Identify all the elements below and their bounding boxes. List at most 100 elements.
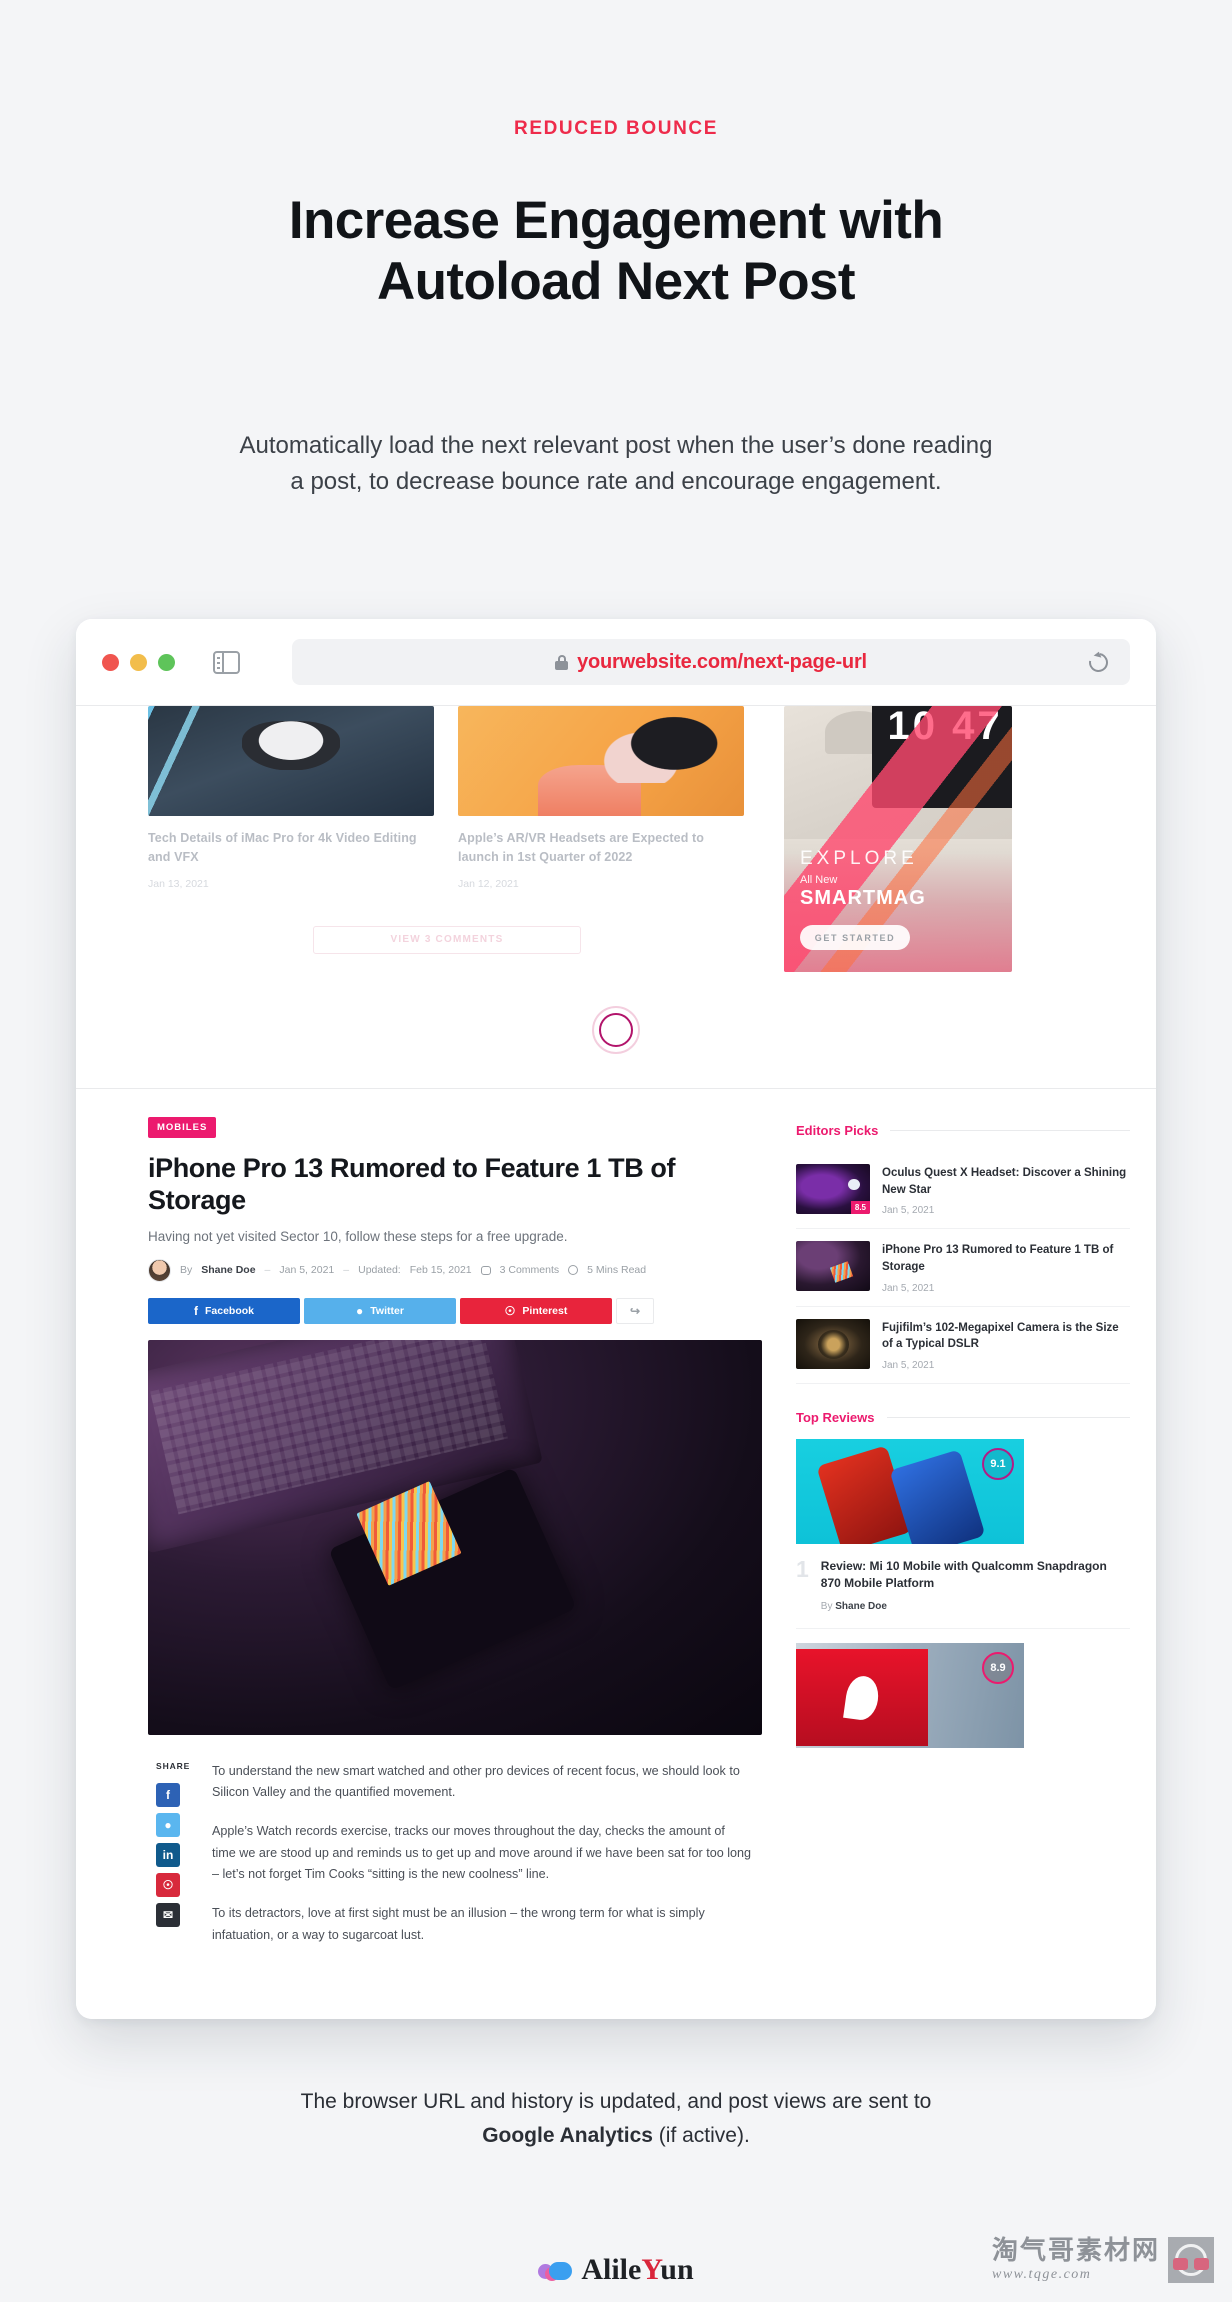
meta-date: Jan 5, 2021 (279, 1264, 335, 1277)
share-pinterest-label: Pinterest (522, 1304, 568, 1317)
autoload-spinner (592, 1006, 640, 1054)
editors-picks-header: Editors Picks (796, 1123, 1130, 1138)
next-post-hero-image (148, 1339, 762, 1735)
editors-pick-item[interactable]: Fujifilm’s 102-Megapixel Camera is the S… (796, 1307, 1130, 1385)
editors-pick-item[interactable]: iPhone Pro 13 Rumored to Feature 1 TB of… (796, 1229, 1130, 1307)
meta-updated-label: Updated: (358, 1264, 401, 1277)
editors-pick-thumbnail: 8.5 (796, 1164, 870, 1214)
share-more-button[interactable]: ↪ (616, 1297, 654, 1324)
article-paragraph: To understand the new smart watched and … (212, 1763, 740, 1800)
meta-comments[interactable]: 3 Comments (500, 1264, 560, 1276)
related-card[interactable]: Tech Details of iMac Pro for 4k Video Ed… (148, 706, 434, 890)
editors-pick-item[interactable]: 8.5 Oculus Quest X Headset: Discover a S… (796, 1152, 1130, 1230)
minimize-window-button[interactable] (130, 653, 147, 671)
address-bar[interactable]: yourwebsite.com/next-page-url (292, 639, 1130, 685)
related-card-thumbnail (458, 706, 744, 816)
score-badge: 8.5 (850, 1201, 870, 1214)
facebook-icon: f (193, 1303, 198, 1318)
sidebar-toggle-icon[interactable] (213, 650, 240, 674)
share-twitter-button[interactable]: ● Twitter (304, 1297, 456, 1324)
related-card-date: Jan 13, 2021 (148, 877, 209, 890)
caption-tail: (if active). (652, 2124, 750, 2148)
top-review-title: Review: Mi 10 Mobile with Qualcomm Snapd… (820, 1559, 1107, 1591)
related-cards: Tech Details of iMac Pro for 4k Video Ed… (148, 706, 746, 890)
page-root: REDUCED BOUNCE Increase Engagement with … (0, 0, 1232, 2302)
site-logo-text: AlileYun (581, 2253, 693, 2287)
watermark-url: www.tqge.com (991, 2266, 1092, 2282)
close-window-button[interactable] (102, 653, 119, 671)
cloud-icon (538, 2259, 573, 2281)
next-post-title: iPhone Pro 13 Rumored to Feature 1 TB of… (148, 1153, 676, 1216)
clock-icon (568, 1265, 579, 1276)
ad-allnew-label: All New (800, 874, 838, 886)
next-post-main: MOBILES iPhone Pro 13 Rumored to Feature… (76, 1117, 788, 1963)
share-pinterest-button[interactable]: ☉ Pinterest (460, 1297, 612, 1324)
meta-read-time: 5 Mins Read (587, 1264, 647, 1277)
score-badge: 9.1 (982, 1448, 1014, 1481)
facebook-icon[interactable]: f (156, 1782, 180, 1807)
hero-eyebrow: REDUCED BOUNCE (514, 118, 718, 139)
share-facebook-label: Facebook (204, 1304, 254, 1317)
top-review-image: 8.9 (796, 1642, 1024, 1748)
related-card-date: Jan 12, 2021 (458, 877, 519, 890)
smartmag-ad-banner[interactable]: 10 47 EXPLORE All New SMARTMAG GET START… (784, 706, 1012, 972)
share-facebook-button[interactable]: f Facebook (148, 1297, 300, 1324)
hero-subhead: Automatically load the next relevant pos… (0, 428, 1232, 501)
top-review-body: 1 Review: Mi 10 Mobile with Qualcomm Sna… (796, 1544, 1130, 1629)
top-review-item[interactable]: 8.9 (796, 1642, 1130, 1748)
article-paragraphs: To understand the new smart watched and … (212, 1761, 752, 1964)
top-review-image: 9.1 (796, 1439, 1024, 1545)
score-badge: 8.9 (982, 1651, 1014, 1684)
logo-main: Alile (581, 2253, 642, 2286)
top-review-rank: 1 (796, 1556, 809, 1583)
editors-pick-date: Jan 5, 2021 (882, 1205, 935, 1217)
subhead-line-1: Automatically load the next relevant pos… (239, 432, 993, 459)
headline-line-2: Autoload Next Post (376, 252, 856, 312)
top-review-byline: By Shane Doe (821, 1601, 1130, 1612)
comment-icon (480, 1265, 491, 1275)
browser-viewport: Tech Details of iMac Pro for 4k Video Ed… (76, 706, 1156, 2019)
meta-author[interactable]: Shane Doe (201, 1264, 255, 1276)
view-comments-button[interactable]: VIEW 3 COMMENTS (313, 925, 581, 954)
article-paragraph: Apple’s Watch records exercise, tracks o… (212, 1824, 752, 1882)
meta-by-prefix: By (180, 1264, 193, 1277)
email-icon[interactable]: ✉ (156, 1902, 180, 1927)
related-card-title: Tech Details of iMac Pro for 4k Video Ed… (148, 831, 417, 865)
editors-pick-thumbnail (796, 1241, 870, 1292)
meta-updated-date: Feb 15, 2021 (409, 1264, 472, 1277)
ad-get-started-button[interactable]: GET STARTED (800, 925, 910, 950)
next-post-excerpt: Having not yet visited Sector 10, follow… (148, 1228, 568, 1244)
meta-separator: – (343, 1264, 350, 1277)
editors-pick-date: Jan 5, 2021 (882, 1360, 935, 1372)
meta-separator: – (264, 1264, 271, 1277)
subhead-line-2: a post, to decrease bounce rate and enco… (290, 468, 942, 496)
browser-chrome: yourwebsite.com/next-page-url (76, 619, 1156, 705)
share-sidebar: SHARE f ● in ☉ ✉ (148, 1761, 212, 1964)
logo-accent: Y (641, 2253, 661, 2286)
byline-author[interactable]: Shane Doe (835, 1601, 887, 1612)
headline-line-1: Increase Engagement with (288, 191, 944, 250)
caption-bold: Google Analytics (482, 2124, 653, 2148)
reload-icon[interactable] (1085, 648, 1112, 676)
previous-post-tail: Tech Details of iMac Pro for 4k Video Ed… (76, 706, 1156, 972)
pinterest-icon[interactable]: ☉ (156, 1872, 180, 1897)
related-card[interactable]: Apple’s AR/VR Headsets are Expected to l… (458, 706, 744, 890)
article-body-wrap: SHARE f ● in ☉ ✉ To understand the new s… (148, 1761, 762, 1964)
related-card-title: Apple’s AR/VR Headsets are Expected to l… (458, 831, 705, 865)
share-twitter-label: Twitter (370, 1304, 404, 1317)
category-badge[interactable]: MOBILES (148, 1117, 217, 1138)
ad-explore-label: EXPLORE (800, 848, 918, 869)
ad-text-block: EXPLORE All New SMARTMAG (800, 848, 926, 910)
twitter-icon[interactable]: ● (156, 1812, 180, 1837)
article-paragraph: To its detractors, love at first sight m… (212, 1906, 705, 1942)
maximize-window-button[interactable] (158, 653, 175, 671)
linkedin-icon[interactable]: in (156, 1842, 180, 1867)
editors-pick-body: Fujifilm’s 102-Megapixel Camera is the S… (882, 1319, 1130, 1371)
pinterest-icon: ☉ (504, 1303, 516, 1318)
related-card-thumbnail (148, 706, 434, 816)
share-sidebar-label: SHARE (156, 1760, 191, 1771)
avatar (148, 1258, 171, 1282)
top-review-item[interactable]: 9.1 1 Review: Mi 10 Mobile with Qualcomm… (796, 1439, 1130, 1629)
traffic-lights (102, 653, 175, 671)
editors-pick-body: Oculus Quest X Headset: Discover a Shini… (882, 1164, 1130, 1216)
